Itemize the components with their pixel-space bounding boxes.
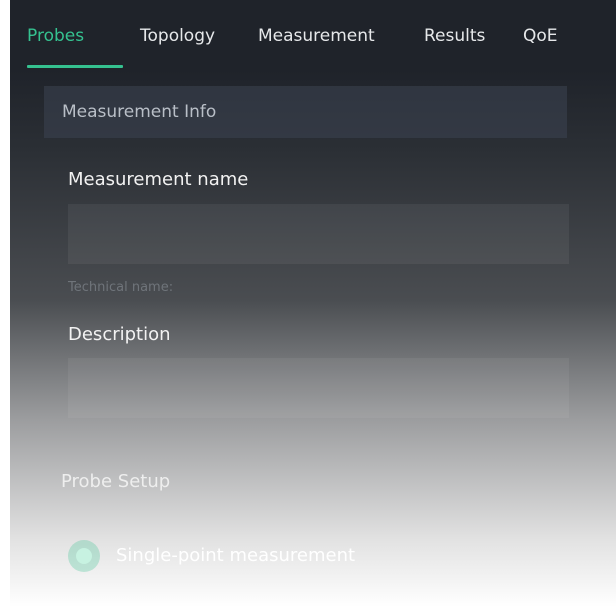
- measurement-name-label: Measurement name: [68, 169, 249, 190]
- tab-bar: Probes Topology Measurement Results QoE: [10, 0, 616, 70]
- measurement-name-input[interactable]: [68, 204, 569, 264]
- tab-probes[interactable]: Probes: [27, 26, 84, 66]
- technical-name-label: Technical name:: [68, 280, 174, 295]
- single-point-label: Single-point measurement: [116, 545, 356, 566]
- probe-setup-header: Probe Setup: [61, 471, 171, 492]
- tab-qoe[interactable]: QoE: [523, 26, 558, 66]
- tab-measurement[interactable]: Measurement: [258, 26, 375, 66]
- tab-topology[interactable]: Topology: [140, 26, 215, 66]
- tab-results[interactable]: Results: [424, 26, 485, 66]
- active-tab-indicator: [27, 65, 123, 68]
- radio-selected-icon[interactable]: [68, 540, 100, 572]
- measurement-info-header: Measurement Info: [44, 86, 567, 138]
- measurement-panel: Probes Topology Measurement Results QoE …: [10, 0, 616, 607]
- measurement-info-title: Measurement Info: [62, 102, 217, 122]
- description-input[interactable]: [68, 358, 569, 418]
- description-label: Description: [68, 324, 171, 345]
- radio-dot-icon: [76, 548, 92, 564]
